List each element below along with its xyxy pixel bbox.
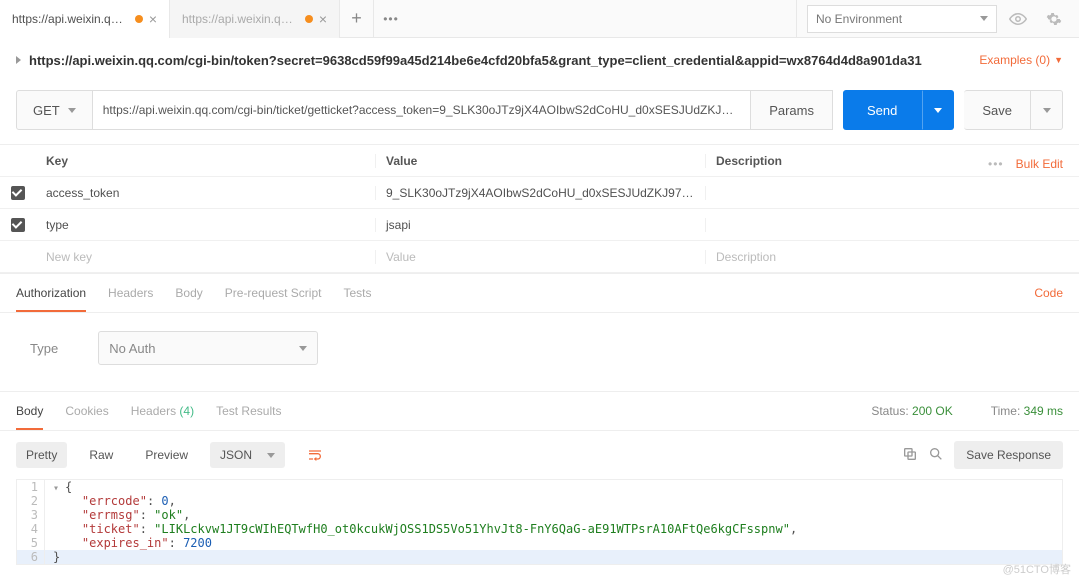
url-input[interactable]: https://api.weixin.qq.com/cgi-bin/ticket… [93,90,751,130]
tab-prerequest[interactable]: Pre-request Script [225,286,322,300]
param-key[interactable]: access_token [36,186,376,200]
request-title: https://api.weixin.qq.com/cgi-bin/token?… [29,53,979,68]
resp-tab-body[interactable]: Body [16,404,43,418]
environment-select[interactable]: No Environment [807,5,997,33]
copy-icon[interactable] [902,446,918,465]
tab-headers[interactable]: Headers [108,286,153,300]
col-key: Key [36,154,376,168]
eye-icon[interactable] [1003,5,1033,33]
wrap-icon[interactable] [297,441,333,469]
kebab-icon[interactable]: ••• [988,157,1004,171]
tab-authorization[interactable]: Authorization [16,286,86,300]
save-dropdown[interactable] [1031,90,1063,130]
unsaved-dot-icon [135,15,143,23]
tab-tests[interactable]: Tests [343,286,371,300]
close-icon[interactable] [149,11,157,27]
resp-tab-tests[interactable]: Test Results [216,404,281,418]
chevron-down-icon [980,16,988,21]
params-button[interactable]: Params [751,90,833,130]
tab-body[interactable]: Body [175,286,202,300]
tab-request-1[interactable]: https://api.weixin.qq… [0,0,170,38]
response-body[interactable]: 1▾{ 2 "errcode": 0, 3 "errmsg": "ok", 4 … [16,479,1063,565]
view-preview[interactable]: Preview [135,442,198,468]
tab-label: https://api.weixin.qq… [12,12,129,26]
auth-type-label: Type [30,341,58,356]
response-status: Status: 200 OK [871,404,952,418]
search-icon[interactable] [928,446,944,465]
send-button[interactable]: Send [843,90,922,130]
format-select[interactable]: JSON [210,442,285,468]
http-method-select[interactable]: GET [16,90,93,130]
checkbox-icon[interactable] [11,186,25,200]
param-value-new[interactable]: Value [376,250,706,264]
param-key-new[interactable]: New key [36,250,376,264]
table-row-new[interactable]: New key Value Description [0,241,1079,273]
checkbox-icon[interactable] [11,218,25,232]
tab-overflow-button[interactable]: ••• [374,0,408,38]
table-row[interactable]: access_token 9_SLK30oJTz9jX4AOIbwS2dCoHU… [0,177,1079,209]
unsaved-dot-icon [305,15,313,23]
param-description-new[interactable]: Description [706,250,1079,264]
gear-icon[interactable] [1039,5,1069,33]
response-time: Time: 349 ms [991,404,1063,418]
param-value[interactable]: 9_SLK30oJTz9jX4AOIbwS2dCoHU_d0xSESJUdZKJ… [376,186,706,200]
environment-value: No Environment [816,12,902,26]
save-button[interactable]: Save [964,90,1031,130]
col-value: Value [376,154,706,168]
add-tab-button[interactable]: + [340,0,374,38]
table-row[interactable]: type jsapi [0,209,1079,241]
caret-right-icon[interactable] [16,56,21,64]
chevron-down-icon [68,108,76,113]
send-dropdown[interactable] [922,90,954,130]
tab-label: https://api.weixin.qq… [182,12,299,26]
save-response-button[interactable]: Save Response [954,441,1063,469]
code-link[interactable]: Code [1034,286,1063,300]
chevron-down-icon [299,346,307,351]
bulk-edit-link[interactable]: Bulk Edit [1016,157,1063,171]
resp-tab-headers[interactable]: Headers (4) [131,404,194,418]
tab-request-2[interactable]: https://api.weixin.qq… [170,0,340,38]
examples-dropdown[interactable]: Examples (0) ▼ [979,53,1063,67]
view-raw[interactable]: Raw [79,442,123,468]
param-key[interactable]: type [36,218,376,232]
params-table: Key Value Description ••• Bulk Edit acce… [0,144,1079,273]
param-value[interactable]: jsapi [376,218,706,232]
close-icon[interactable] [319,11,327,27]
auth-type-select[interactable]: No Auth [98,331,318,365]
view-pretty[interactable]: Pretty [16,442,67,468]
watermark: @51CTO博客 [1003,561,1071,577]
resp-tab-cookies[interactable]: Cookies [65,404,108,418]
